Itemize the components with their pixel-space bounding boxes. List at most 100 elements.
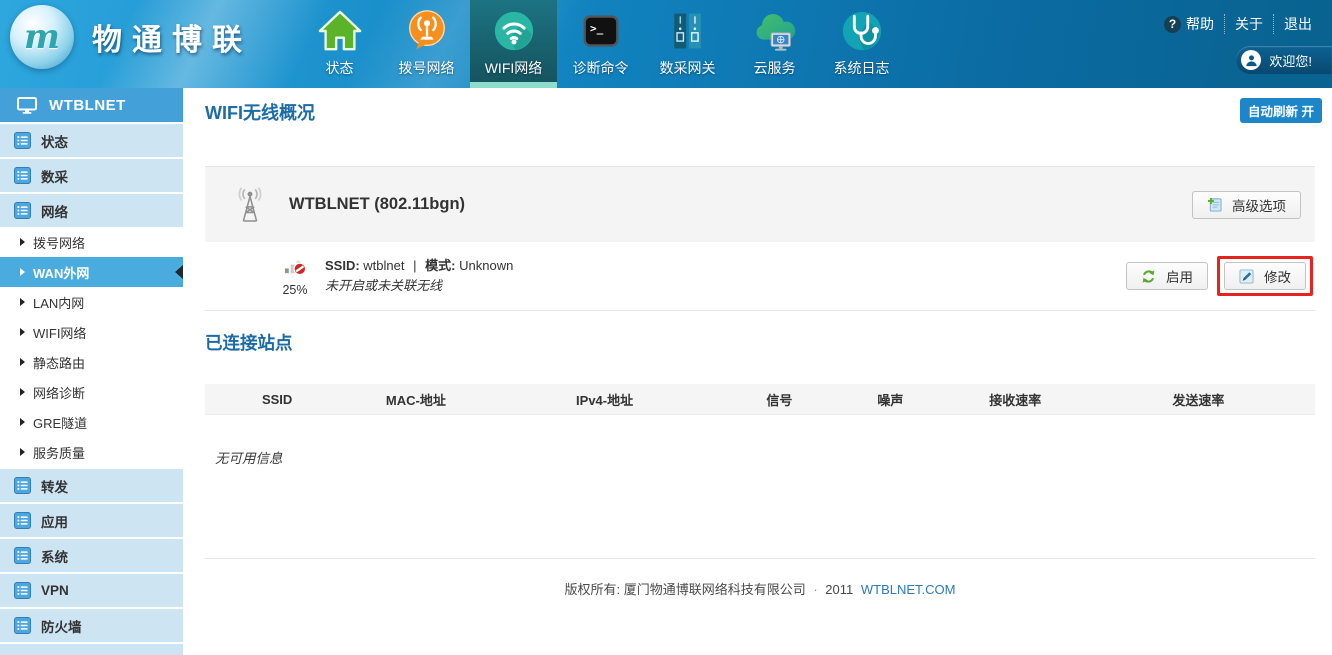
welcome-badge[interactable]: 欢迎您! [1236,46,1332,74]
wifi-panel-header: WTBLNET (802.11bgn) 高级选项 [205,166,1315,242]
sidebar: WTBLNET 状态 数采 网络 拨号网络 WAN外网 LAN内网 WIF [0,88,183,655]
col-tx-rate: 发送速率 [1082,390,1315,409]
syslog-icon [839,7,885,55]
caret-right-icon [20,328,25,336]
tab-data-gateway[interactable]: 数采网关 [644,0,731,88]
footer-divider [205,558,1315,559]
caret-right-icon [20,298,25,306]
col-ipv4: IPv4-地址 [482,390,726,409]
about-link[interactable]: 关于 [1224,14,1273,34]
main-content: WIFI无线概况 自动刷新 开 WTBLNET (802.11bgn) [183,88,1332,655]
col-rx-rate: 接收速率 [949,390,1082,409]
sidebar-item-vpn[interactable]: VPN [0,572,183,607]
wifi-ssid-row: 25% SSID: wtblnet | 模式: Unknown 未开启或未关联无… [205,242,1315,311]
wifi-overview-panel: WTBLNET (802.11bgn) 高级选项 [205,166,1315,311]
gateway-icon [666,7,710,55]
footer-link[interactable]: WTBLNET.COM [861,582,956,597]
refresh-icon [1141,269,1156,284]
tab-wifi-network[interactable]: WIFI网络 [470,0,557,88]
terminal-icon: >_ [579,7,623,55]
connected-stations-title: 已连接站点 [205,330,293,355]
welcome-text: 欢迎您! [1269,51,1312,70]
sidebar-item-static-route[interactable]: 静态路由 [0,347,183,377]
copyright-text: 版权所有: 厦门物通博联网络科技有限公司 [564,582,805,597]
user-icon [1241,50,1261,70]
tab-diagnostic-command[interactable]: >_ 诊断命令 [557,0,644,88]
sidebar-item-forwarding[interactable]: 转发 [0,467,183,502]
sidebar-item-wan[interactable]: WAN外网 [0,257,183,287]
advanced-options-button[interactable]: 高级选项 [1192,191,1301,219]
caret-right-icon [20,238,25,246]
caret-right-icon [20,268,25,276]
table-header-row: SSID MAC-地址 IPv4-地址 信号 噪声 接收速率 发送速率 [205,384,1315,415]
sidebar-item-dial-network[interactable]: 拨号网络 [0,227,183,257]
sidebar-item-qos[interactable]: 服务质量 [0,437,183,467]
top-header: m 物通博联 状态 [0,0,1332,88]
sidebar-item-wifi-network[interactable]: WIFI网络 [0,317,183,347]
page-plus-icon [1207,197,1222,212]
sidebar-item-gre-tunnel[interactable]: GRE隧道 [0,407,183,437]
sidebar-filler [0,642,183,655]
sidebar-item-data-acquisition[interactable]: 数采 [0,157,183,192]
list-icon [14,202,31,219]
signal-block: 25% [277,256,313,297]
wifi-action-buttons: 启用 修改 [1126,256,1313,296]
list-icon [14,582,31,599]
col-mac: MAC-地址 [349,390,482,409]
device-name: WTBLNET [49,97,126,114]
tab-cloud-service[interactable]: 云服务 [731,0,818,88]
sidebar-item-system[interactable]: 系统 [0,537,183,572]
col-ssid: SSID [205,392,349,407]
tab-dial-network[interactable]: 拨号网络 [383,0,470,88]
sidebar-item-status[interactable]: 状态 [0,122,183,157]
signal-disabled-icon [284,256,307,276]
list-icon [14,477,31,494]
network-title: WTBLNET (802.11bgn) [289,195,465,214]
modify-button[interactable]: 修改 [1224,262,1306,290]
enable-button[interactable]: 启用 [1126,262,1208,290]
tab-system-log[interactable]: 系统日志 [818,0,905,88]
sidebar-device-header: WTBLNET [0,88,183,122]
logout-link[interactable]: 退出 [1273,14,1322,34]
brand-logo: m 物通博联 [10,5,252,69]
caret-right-icon [20,388,25,396]
wifi-status-text: 未开启或未关联无线 [325,276,513,296]
connected-stations-table: SSID MAC-地址 IPv4-地址 信号 噪声 接收速率 发送速率 无可用信… [205,384,1315,467]
caret-right-icon [20,448,25,456]
header-links: ? 帮助 关于 退出 [1154,14,1322,34]
sidebar-item-applications[interactable]: 应用 [0,502,183,537]
svg-text:>_: >_ [590,22,604,35]
sidebar-item-network-diagnosis[interactable]: 网络诊断 [0,377,183,407]
antenna-icon [233,186,267,224]
auto-refresh-toggle[interactable]: 自动刷新 开 [1240,98,1322,123]
list-icon [14,512,31,529]
logo-sphere-icon: m [10,5,74,69]
footer: 版权所有: 厦门物通博联网络科技有限公司 · 2011 WTBLNET.COM [205,579,1315,598]
help-icon: ? [1164,16,1181,33]
ssid-info: SSID: wtblnet | 模式: Unknown 未开启或未关联无线 [325,256,513,296]
page-title: WIFI无线概况 [205,99,315,125]
brand-name: 物通博联 [92,15,252,59]
empty-table-message: 无可用信息 [215,447,1315,467]
sidebar-item-lan[interactable]: LAN内网 [0,287,183,317]
monitor-icon [17,97,37,114]
signal-percent: 25% [277,283,313,297]
cloud-icon [752,7,798,55]
edit-icon [1239,269,1254,284]
dial-network-icon [404,7,450,55]
footer-year: 2011 [825,582,853,597]
sidebar-item-network[interactable]: 网络 [0,192,183,227]
sidebar-item-firewall[interactable]: 防火墙 [0,607,183,642]
wifi-icon [491,7,537,55]
help-link[interactable]: ? 帮助 [1154,14,1224,34]
ssid-mode-line: SSID: wtblnet | 模式: Unknown [325,256,513,276]
caret-right-icon [20,418,25,426]
highlight-annotation: 修改 [1217,256,1313,296]
col-signal: 信号 [727,390,832,409]
tab-status[interactable]: 状态 [296,0,383,88]
list-icon [14,167,31,184]
router-admin-page: m 物通博联 状态 [0,0,1332,655]
main-nav: 状态 拨号网络 [296,0,905,88]
list-icon [14,547,31,564]
logo-mark: m [24,17,60,57]
